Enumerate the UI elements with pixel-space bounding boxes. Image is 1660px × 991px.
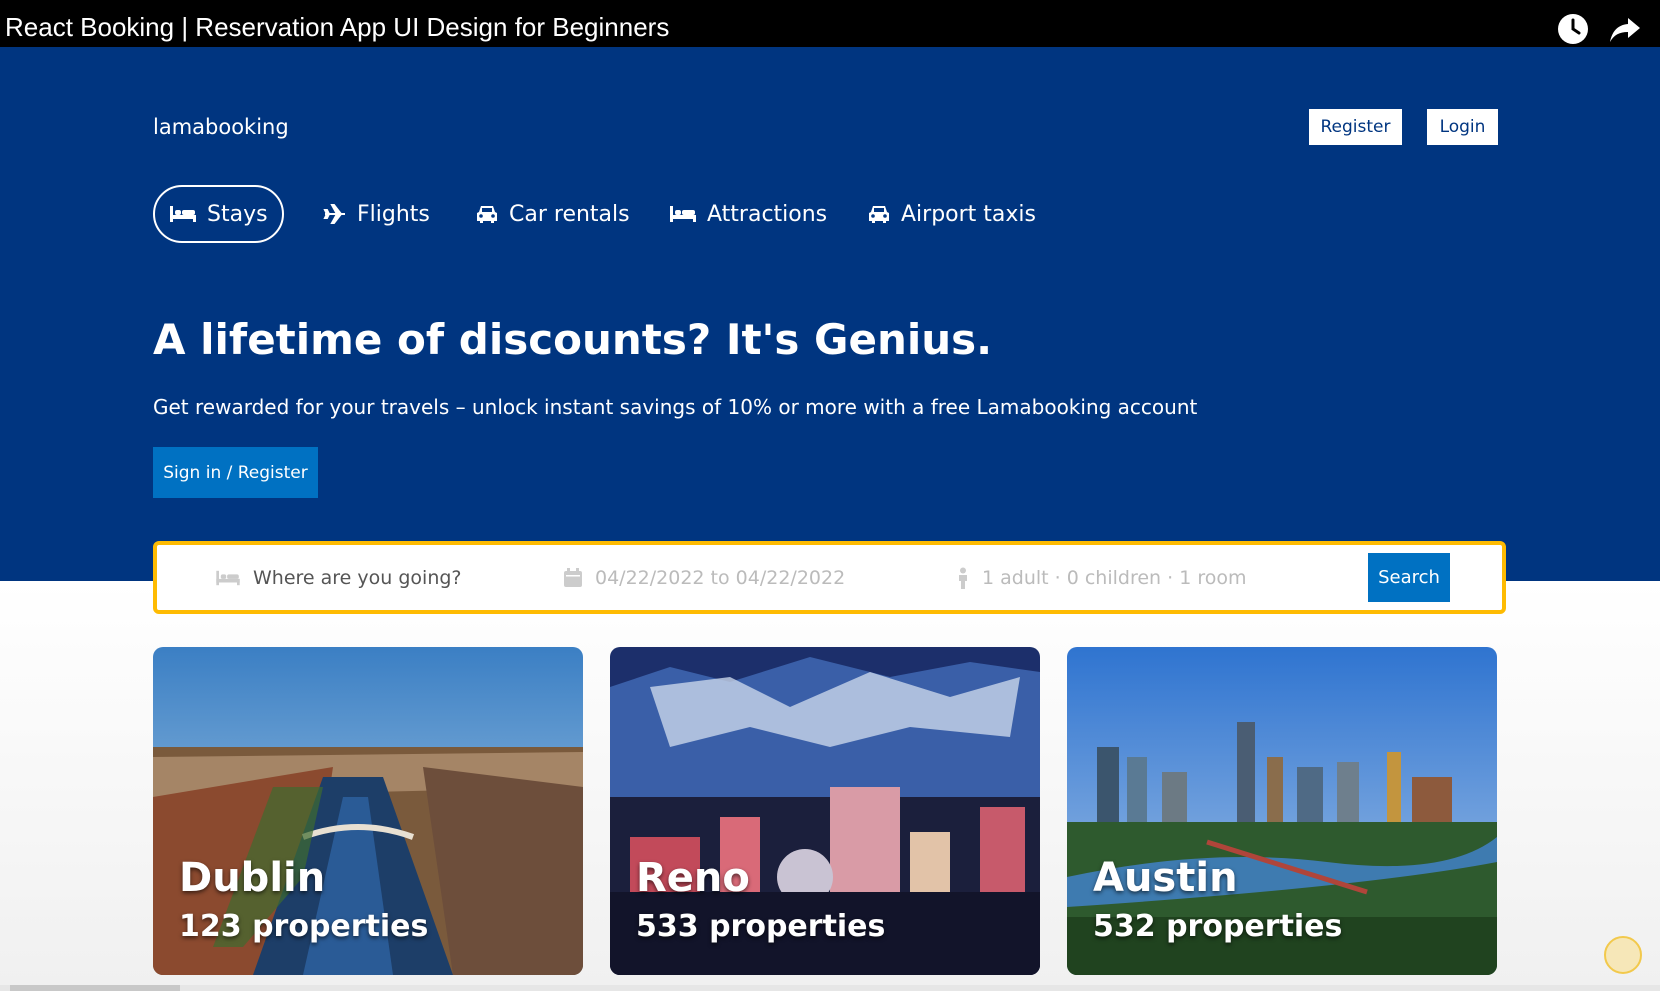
hero-subtext: Get rewarded for your travels – unlock i… bbox=[153, 395, 1198, 419]
scrollbar-thumb[interactable] bbox=[10, 985, 180, 991]
tab-label: Attractions bbox=[707, 201, 828, 227]
share-icon[interactable] bbox=[1608, 12, 1642, 46]
calendar-icon bbox=[564, 567, 582, 587]
tab-flights[interactable]: Flights bbox=[323, 185, 430, 243]
search-button[interactable]: Search bbox=[1368, 553, 1450, 602]
tab-stays[interactable]: Stays bbox=[153, 185, 284, 243]
featured-card-reno[interactable]: Reno 533 properties bbox=[610, 647, 1040, 975]
bed-icon bbox=[670, 206, 696, 222]
bed-icon bbox=[170, 206, 196, 222]
taxi-icon bbox=[869, 206, 889, 223]
avatar[interactable] bbox=[1604, 936, 1642, 974]
watch-later-icon[interactable] bbox=[1556, 12, 1590, 46]
tab-label: Flights bbox=[357, 201, 430, 227]
login-button[interactable]: Login bbox=[1427, 109, 1498, 145]
date-range-field[interactable]: 04/22/2022 to 04/22/2022 bbox=[563, 545, 845, 610]
guests-text: 1 adult · 0 children · 1 room bbox=[982, 566, 1247, 589]
video-title: React Booking | Reservation App UI Desig… bbox=[5, 12, 670, 42]
featured-card-austin[interactable]: Austin 532 properties bbox=[1067, 647, 1497, 975]
card-city: Reno bbox=[636, 855, 750, 901]
plane-icon bbox=[323, 204, 345, 224]
hero-headline: A lifetime of discounts? It's Genius. bbox=[153, 315, 993, 364]
featured-card-dublin[interactable]: Dublin 123 properties bbox=[153, 647, 583, 975]
card-properties: 123 properties bbox=[179, 909, 429, 944]
card-city: Dublin bbox=[179, 855, 326, 901]
tab-label: Airport taxis bbox=[901, 201, 1036, 227]
video-title-bar: React Booking | Reservation App UI Desig… bbox=[0, 0, 1660, 47]
tab-car-rentals[interactable]: Car rentals bbox=[475, 185, 630, 243]
tab-label: Stays bbox=[207, 201, 268, 227]
guests-field[interactable]: 1 adult · 0 children · 1 room bbox=[956, 545, 1246, 610]
bed-icon bbox=[216, 570, 240, 585]
destination-placeholder: Where are you going? bbox=[253, 566, 462, 589]
register-button[interactable]: Register bbox=[1309, 109, 1402, 145]
card-properties: 532 properties bbox=[1093, 909, 1343, 944]
person-icon bbox=[959, 567, 967, 589]
search-bar: Where are you going? 04/22/2022 to 04/22… bbox=[153, 541, 1506, 614]
logo[interactable]: lamabooking bbox=[153, 115, 289, 139]
header: lamabooking Register Login Stays Flights… bbox=[0, 47, 1660, 581]
date-range-text: 04/22/2022 to 04/22/2022 bbox=[595, 566, 846, 589]
card-properties: 533 properties bbox=[636, 909, 886, 944]
tab-attractions[interactable]: Attractions bbox=[669, 185, 827, 243]
destination-field[interactable]: Where are you going? bbox=[215, 545, 462, 610]
tab-airport-taxis[interactable]: Airport taxis bbox=[867, 185, 1036, 243]
card-city: Austin bbox=[1093, 855, 1238, 901]
sign-in-register-button[interactable]: Sign in / Register bbox=[153, 447, 318, 498]
horizontal-scrollbar[interactable] bbox=[0, 985, 1660, 991]
car-icon bbox=[477, 206, 497, 223]
tab-label: Car rentals bbox=[509, 201, 630, 227]
